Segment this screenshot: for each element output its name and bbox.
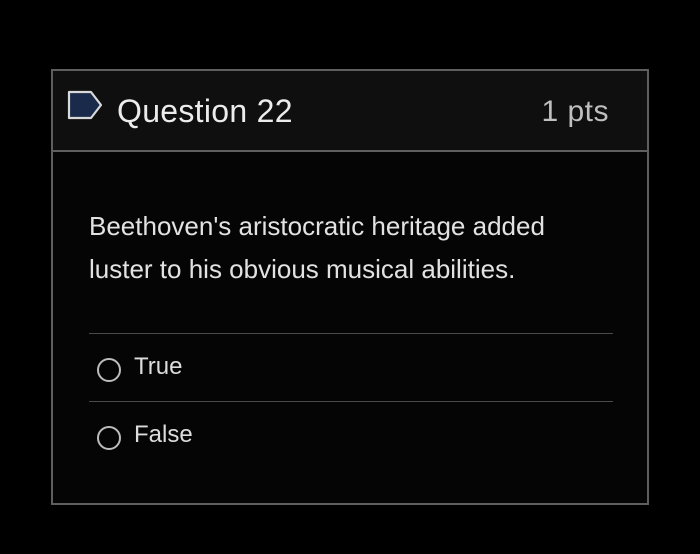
- question-points: 1 pts: [541, 95, 609, 128]
- question-card: Question 22 1 pts Beethoven's aristocrat…: [51, 69, 649, 505]
- answer-option-false[interactable]: False: [89, 401, 613, 469]
- answer-label-true[interactable]: True: [134, 352, 182, 382]
- answer-label-false[interactable]: False: [134, 420, 193, 450]
- answer-option-true[interactable]: True: [89, 333, 613, 401]
- radio-false[interactable]: [97, 426, 121, 450]
- radio-true[interactable]: [97, 358, 121, 382]
- flag-question-icon[interactable]: [67, 90, 103, 120]
- question-header: Question 22 1 pts: [53, 71, 647, 152]
- question-title: Question 22: [117, 93, 293, 129]
- question-text: Beethoven's aristocratic heritage added …: [89, 211, 545, 284]
